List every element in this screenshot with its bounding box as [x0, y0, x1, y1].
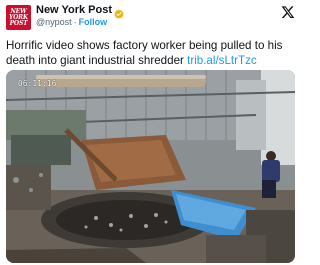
- separator-dot: ·: [73, 17, 77, 27]
- avatar[interactable]: NEW YORK POST: [6, 5, 31, 30]
- handle-row: @nypost · Follow: [36, 17, 107, 28]
- tweet-header: NEW YORK POST New York Post @nypost · Foll…: [0, 0, 300, 32]
- gold-verified-icon: [114, 6, 124, 19]
- factory-scene-image: [6, 70, 295, 263]
- tweet-text: Horrific video shows factory worker bein…: [6, 38, 296, 68]
- tweet-card: NEW YORK POST New York Post @nypost · Foll…: [0, 0, 300, 265]
- author-handle[interactable]: @nypost: [36, 17, 72, 27]
- tweet-link[interactable]: trib.al/sLtrTzc: [187, 54, 257, 67]
- video-timestamp: 06:11:16: [18, 79, 57, 88]
- avatar-text-line-3: POST: [9, 19, 28, 27]
- follow-button[interactable]: Follow: [79, 17, 108, 27]
- display-name[interactable]: New York Post: [36, 4, 112, 17]
- video-thumbnail[interactable]: 06:11:16: [6, 70, 295, 263]
- name-row: New York Post: [36, 4, 124, 19]
- x-logo-icon[interactable]: [281, 5, 295, 19]
